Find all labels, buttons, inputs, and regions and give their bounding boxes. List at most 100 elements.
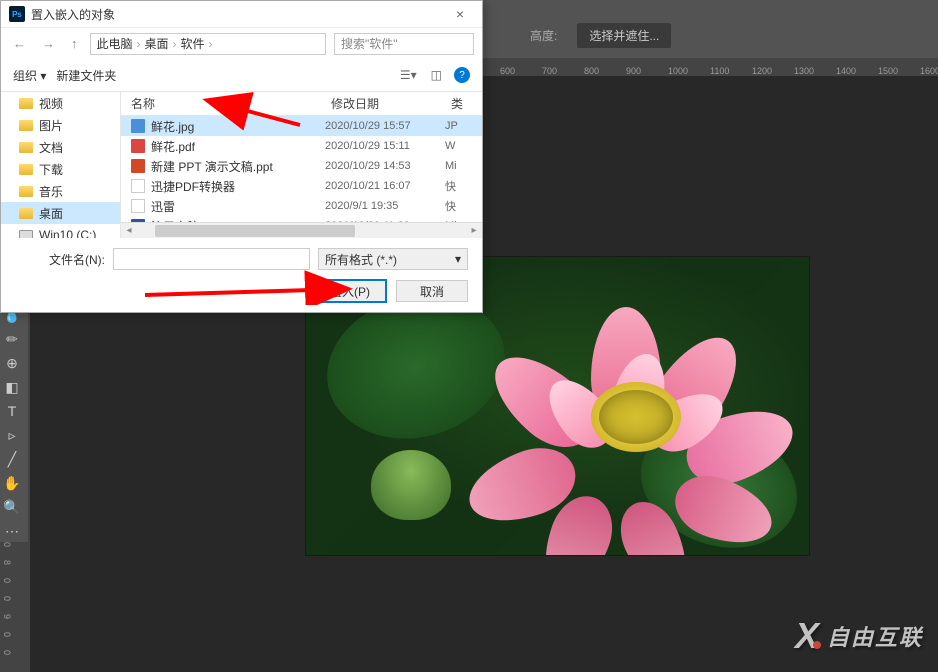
dialog-title-text: 置入嵌入的对象 [31, 6, 115, 23]
ruler-tick: 0 [2, 650, 12, 655]
file-list[interactable]: 鲜花.jpg 2020/10/29 15:57JP 鲜花.pdf2020/10/29… [121, 116, 482, 222]
file-icon [131, 119, 145, 133]
new-folder-button[interactable]: 新建文件夹 [56, 67, 116, 84]
folder-icon [19, 98, 33, 109]
file-name: 鲜花.jpg [151, 118, 194, 135]
chevron-down-icon: ▾ [455, 252, 461, 266]
file-row[interactable]: 迅捷PDF转换器 2020/10/21 16:07快 [121, 176, 482, 196]
file-area: 名称 修改日期 类 鲜花.jpg 2020/10/29 15:57JP 鲜花.pdf… [121, 92, 482, 238]
nav-up-icon[interactable]: ↑ [67, 34, 82, 53]
sidebar-item-label: 文档 [39, 139, 63, 156]
ps-icon: Ps [9, 6, 25, 22]
breadcrumb-part[interactable]: 桌面 [145, 35, 169, 52]
file-date: 2020/9/1 19:35 [325, 200, 445, 212]
breadcrumb-part[interactable]: 此电脑 [97, 35, 133, 52]
dialog-toolbar: 组织 ▾ 新建文件夹 ☰▾ ◫ ? [1, 59, 482, 91]
file-icon [131, 199, 145, 213]
file-date: 2020/10/29 14:53 [325, 160, 445, 172]
folder-icon [19, 142, 33, 153]
place-button[interactable]: 置入(P) [314, 280, 386, 302]
scroll-thumb[interactable] [155, 225, 355, 237]
filetype-select[interactable]: 所有格式 (*.*) ▾ [318, 248, 468, 270]
drive-icon [19, 230, 33, 238]
sidebar-item-label: Win10 (C:) [39, 228, 96, 238]
cancel-button[interactable]: 取消 [396, 280, 468, 302]
tool-text[interactable]: T [0, 400, 24, 422]
sidebar-item[interactable]: 图片 [1, 114, 120, 136]
tool-brush[interactable]: ✏ [0, 328, 24, 350]
sidebar-item-label: 桌面 [39, 205, 63, 222]
search-input[interactable]: 搜索"软件" [334, 33, 474, 55]
file-name: 迅雷 [151, 198, 175, 215]
nav-forward-icon[interactable]: → [38, 34, 59, 53]
sidebar-item[interactable]: 视频 [1, 92, 120, 114]
tool-zoom[interactable]: 🔍 [0, 496, 24, 518]
tool-more[interactable]: ⋯ [0, 520, 24, 542]
select-and-mask-button[interactable]: 选择并遮住... [577, 23, 671, 48]
close-icon[interactable]: × [446, 6, 474, 22]
breadcrumb-part[interactable]: 软件 [181, 35, 205, 52]
column-name[interactable]: 名称 [131, 95, 331, 112]
file-type: W [445, 140, 482, 152]
dialog-body: 视频图片文档下载音乐桌面Win10 (C:)软件 (D:)Win7 (E:) 名… [1, 91, 482, 238]
file-row[interactable]: 迅雷 2020/9/1 19:35快 [121, 196, 482, 216]
file-type: 快 [445, 178, 482, 194]
organize-button[interactable]: 组织 ▾ [13, 67, 46, 84]
column-date[interactable]: 修改日期 [331, 95, 451, 112]
file-date: 2020/10/29 15:57 [325, 120, 445, 132]
file-type: 快 [445, 198, 482, 214]
file-open-dialog: Ps 置入嵌入的对象 × ← → ↑ 此电脑 › 桌面 › 软件 › 搜索"软件… [0, 0, 483, 313]
tool-path[interactable]: ▹ [0, 424, 24, 446]
folder-icon [19, 186, 33, 197]
file-list-header[interactable]: 名称 修改日期 类 [121, 92, 482, 116]
chevron-right-icon: › [173, 37, 177, 51]
help-icon[interactable]: ? [454, 67, 470, 83]
file-row[interactable]: 鲜花.pdf2020/10/29 15:11W [121, 136, 482, 156]
ruler-tick: 8 [2, 560, 12, 565]
sidebar-item[interactable]: 文档 [1, 136, 120, 158]
sidebar-item[interactable]: 下载 [1, 158, 120, 180]
sidebar-item[interactable]: Win10 (C:) [1, 224, 120, 238]
file-date: 2020/10/21 16:07 [325, 180, 445, 192]
ruler-tick: 1100 [710, 66, 729, 76]
tool-stamp[interactable]: ⊕ [0, 352, 24, 374]
tool-shape[interactable]: ╱ [0, 448, 24, 470]
file-icon [131, 159, 145, 173]
tool-hand[interactable]: ✋ [0, 472, 24, 494]
sidebar-item-label: 视频 [39, 95, 63, 112]
nav-back-icon[interactable]: ← [9, 34, 30, 53]
ruler-tick: 0 [2, 632, 12, 637]
sidebar-item-label: 下载 [39, 161, 63, 178]
file-name: 新建 PPT 演示文稿.ppt [151, 158, 273, 175]
dialog-titlebar[interactable]: Ps 置入嵌入的对象 × [1, 1, 482, 27]
filename-label: 文件名(N): [15, 251, 105, 268]
breadcrumb[interactable]: 此电脑 › 桌面 › 软件 › [90, 33, 327, 55]
preview-icon[interactable]: ◫ [429, 66, 444, 84]
ruler-tick: 1600 [920, 66, 938, 76]
filename-input[interactable] [113, 248, 310, 270]
ruler-tick: 900 [626, 66, 641, 76]
ruler-tick: 800 [584, 66, 599, 76]
ps-options-bar: 高度: 选择并遮住... [480, 20, 938, 50]
tool-eraser[interactable]: ◧ [0, 376, 24, 398]
sidebar-item[interactable]: 音乐 [1, 180, 120, 202]
file-icon [131, 179, 145, 193]
scroll-right-icon[interactable]: ▸ [466, 225, 482, 236]
file-name: 迅捷PDF转换器 [151, 178, 235, 195]
file-row[interactable]: 新建 PPT 演示文稿.ppt2020/10/29 14:53Mi [121, 156, 482, 176]
height-label: 高度: [530, 27, 557, 44]
column-type[interactable]: 类 [451, 95, 482, 112]
sidebar-item[interactable]: 桌面 [1, 202, 120, 224]
chevron-right-icon: › [137, 37, 141, 51]
view-icon[interactable]: ☰▾ [398, 66, 419, 84]
ruler-tick: 0 [2, 542, 12, 547]
folder-icon [19, 164, 33, 175]
file-date: 2020/10/29 15:11 [325, 140, 445, 152]
scrollbar-horizontal[interactable]: ◂ ▸ [121, 222, 482, 238]
file-row[interactable]: 鲜花.jpg 2020/10/29 15:57JP [121, 116, 482, 136]
scroll-left-icon[interactable]: ◂ [121, 225, 137, 236]
ruler-tick: 700 [542, 66, 557, 76]
file-type: JP [445, 120, 482, 132]
ruler-tick: 0 [2, 596, 12, 601]
ruler-tick: 1500 [878, 66, 898, 76]
